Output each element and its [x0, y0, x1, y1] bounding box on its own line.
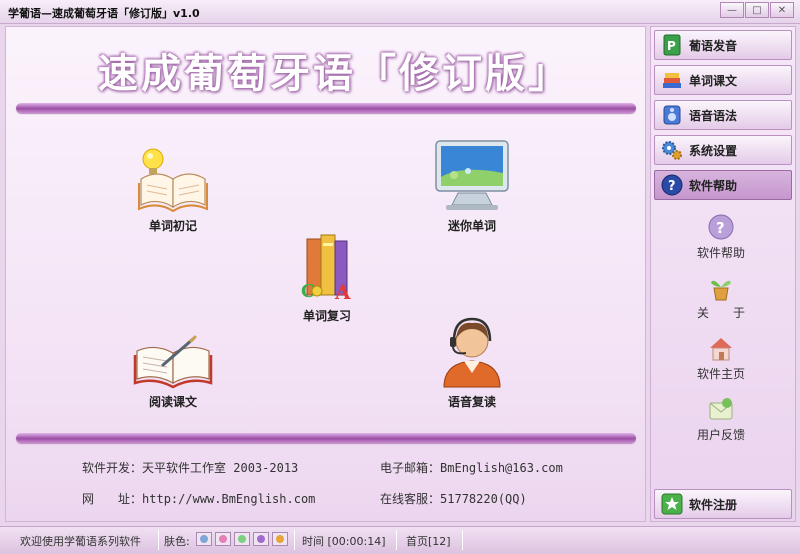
speaker-icon — [661, 104, 683, 126]
skin-picker — [196, 532, 288, 546]
email-value: BmEnglish@163.com — [440, 461, 563, 475]
maximize-button[interactable]: □ — [745, 2, 769, 18]
skin-swatch — [200, 535, 208, 543]
skin-pink-button[interactable] — [215, 532, 231, 546]
nav-voice-grammar-button[interactable]: 语音语法 — [654, 100, 792, 130]
skin-swatch — [276, 535, 284, 543]
status-time: 时间 [00:00:14] — [302, 535, 386, 548]
svg-text:?: ? — [668, 179, 676, 194]
status-separator — [158, 530, 159, 550]
skin-label: 肤色: — [164, 535, 190, 548]
p-book-icon: P — [661, 34, 683, 56]
register-label: 软件注册 — [689, 497, 738, 512]
word-review-label: 单词复习 — [302, 309, 351, 323]
mini-words-label: 迷你单词 — [447, 219, 496, 233]
nav-help-button[interactable]: ? 软件帮助 — [654, 170, 792, 200]
help-item-homepage-label: 软件主页 — [696, 367, 745, 381]
maximize-icon: □ — [752, 4, 762, 16]
reading-label: 阅读课文 — [148, 395, 197, 409]
voice-repeat-button[interactable]: 语音复读 — [417, 313, 527, 410]
nav-word-text-label: 单词课文 — [689, 73, 738, 88]
help-item-help-label: 软件帮助 — [696, 246, 745, 260]
email-label: 电子邮箱： — [380, 461, 441, 475]
books-stack-icon — [661, 69, 683, 91]
books-abc-icon: C A — [301, 234, 351, 303]
nav-settings-label: 系统设置 — [689, 143, 738, 158]
help-item-feedback-label: 用户反馈 — [696, 428, 745, 442]
help-icon: ? — [661, 174, 683, 196]
skin-orange-button[interactable] — [272, 532, 288, 546]
status-page: 首页[12] — [406, 535, 451, 548]
email-info: 电子邮箱：BmEnglish@163.com — [380, 459, 563, 476]
status-separator — [396, 530, 397, 550]
website-value: http://www.BmEnglish.com — [142, 492, 316, 506]
website-info: 网 址：http://www.BmEnglish.com — [82, 490, 315, 507]
main-panel: 速成葡萄牙语「修订版」 单词初记 迷你单词 C A 单词复习 阅读课文 语音复读… — [5, 26, 646, 522]
nav-pronunciation-button[interactable]: P 葡语发音 — [654, 30, 792, 60]
help-item-about-label: 关 于 — [696, 306, 745, 320]
headset-operator-icon — [443, 317, 501, 388]
nav-help-label: 软件帮助 — [689, 178, 738, 193]
status-welcome: 欢迎使用学葡语系列软件 — [20, 535, 141, 548]
monitor-icon — [435, 140, 509, 210]
mini-words-button[interactable]: 迷你单词 — [417, 137, 527, 234]
help-item-about[interactable]: 关 于 — [671, 273, 771, 321]
nav-word-text-button[interactable]: 单词课文 — [654, 65, 792, 95]
window-title: 学葡语—速成葡萄牙语「修订版」v1.0 — [8, 7, 200, 20]
star-icon — [661, 493, 683, 515]
book-pen-icon — [133, 335, 213, 389]
title-bar: 学葡语—速成葡萄牙语「修订版」v1.0 — □ ✕ — [0, 0, 800, 24]
skin-blue-button[interactable] — [196, 532, 212, 546]
svg-text:P: P — [667, 39, 676, 53]
word-initial-button[interactable]: 单词初记 — [118, 145, 228, 234]
status-bar: 欢迎使用学葡语系列软件 肤色: 时间 [00:00:14] 首页[12] — [0, 526, 800, 554]
svg-text:A: A — [334, 280, 351, 303]
service-info: 在线客服：51778220(QQ) — [380, 490, 527, 507]
word-initial-label: 单词初记 — [148, 219, 197, 233]
bottom-divider-bar — [16, 433, 636, 443]
skin-swatch — [257, 535, 265, 543]
open-book-lightbulb-icon — [138, 148, 208, 213]
top-divider-bar — [16, 103, 636, 113]
developer-label: 软件开发： — [82, 461, 143, 475]
word-review-button[interactable]: C A 单词复习 — [272, 231, 382, 324]
status-separator — [294, 530, 295, 550]
developer-value: 天平软件工作室 2003-2013 — [142, 461, 299, 475]
window-controls: — □ ✕ — [720, 2, 794, 18]
service-value: 51778220(QQ) — [440, 492, 527, 506]
feedback-icon — [709, 398, 733, 420]
website-label: 网 址： — [82, 492, 143, 506]
minimize-button[interactable]: — — [720, 2, 744, 18]
help-circle-icon: ? — [708, 214, 734, 240]
home-icon — [710, 338, 732, 361]
status-separator — [462, 530, 463, 550]
service-label: 在线客服： — [380, 492, 441, 506]
nav-pronunciation-label: 葡语发音 — [689, 38, 738, 53]
help-item-feedback[interactable]: 用户反馈 — [671, 395, 771, 443]
close-button[interactable]: ✕ — [770, 2, 794, 18]
sidebar: P 葡语发音 单词课文 语音语法 系统设置 ? 软件帮助 ? 软件帮助 关 于 — [650, 26, 796, 522]
skin-green-button[interactable] — [234, 532, 250, 546]
skin-swatch — [238, 535, 246, 543]
svg-text:?: ? — [716, 219, 725, 237]
register-button[interactable]: 软件注册 — [654, 489, 792, 519]
developer-info: 软件开发：天平软件工作室 2003-2013 — [82, 459, 298, 476]
nav-voice-grammar-label: 语音语法 — [689, 108, 738, 123]
close-icon: ✕ — [777, 4, 787, 16]
voice-repeat-label: 语音复读 — [447, 395, 496, 409]
reading-button[interactable]: 阅读课文 — [118, 321, 228, 410]
gears-icon — [661, 139, 683, 161]
skin-swatch — [219, 535, 227, 543]
skin-purple-button[interactable] — [253, 532, 269, 546]
banner-title: 速成葡萄牙语「修订版」 — [98, 50, 571, 97]
help-item-homepage[interactable]: 软件主页 — [671, 334, 771, 382]
nav-settings-button[interactable]: 系统设置 — [654, 135, 792, 165]
help-item-help[interactable]: ? 软件帮助 — [671, 213, 771, 261]
minimize-icon: — — [727, 4, 737, 16]
plant-pot-icon — [711, 280, 731, 301]
